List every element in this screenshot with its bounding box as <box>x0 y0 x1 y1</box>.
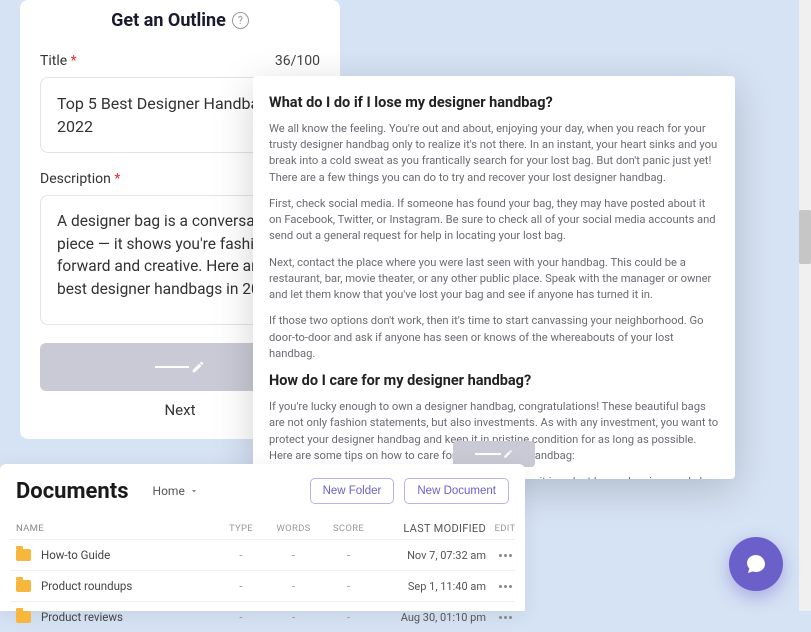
row-actions-menu[interactable] <box>486 554 524 557</box>
documents-header: Documents Home New Folder New Document <box>10 478 515 504</box>
description-label: Description * <box>40 171 120 187</box>
chat-button[interactable] <box>729 537 783 591</box>
col-edit: EDIT <box>486 523 524 534</box>
row-modified: Aug 30, 01:10 pm <box>376 611 486 624</box>
outline-title: Get an Outline <box>111 10 226 31</box>
breadcrumb[interactable]: Home <box>153 484 199 498</box>
row-words: - <box>266 579 321 593</box>
chevron-down-icon <box>189 486 199 496</box>
col-modified: LAST MODIFIED <box>376 522 486 535</box>
row-score: - <box>321 579 376 593</box>
chat-icon <box>744 552 768 576</box>
documents-title: Documents <box>16 479 129 504</box>
article-heading-1: What do I do if I lose my designer handb… <box>269 94 719 111</box>
row-modified: Sep 1, 11:40 am <box>376 580 486 593</box>
table-row[interactable]: How-to Guide - - - Nov 7, 07:32 am <box>10 539 515 570</box>
title-label-row: Title * 36/100 <box>40 53 320 69</box>
table-header: NAME TYPE WORDS SCORE LAST MODIFIED EDIT <box>10 518 515 539</box>
new-folder-button[interactable]: New Folder <box>310 478 395 504</box>
row-name: Product reviews <box>41 610 123 624</box>
row-name: Product roundups <box>41 579 132 593</box>
col-type: TYPE <box>216 523 266 534</box>
row-score: - <box>321 548 376 562</box>
row-actions-menu[interactable] <box>486 616 524 619</box>
row-score: - <box>321 610 376 624</box>
table-row[interactable]: Product reviews - - - Aug 30, 01:10 pm <box>10 601 515 632</box>
row-type: - <box>216 579 266 593</box>
title-counter: 36/100 <box>275 53 320 69</box>
title-label: Title * <box>40 53 77 69</box>
col-name: NAME <box>16 523 216 534</box>
article-preview-panel: What do I do if I lose my designer handb… <box>253 76 735 479</box>
page-scrollbar-thumb[interactable] <box>799 210 811 264</box>
outline-header: Get an Outline ? <box>40 0 320 45</box>
page-scrollbar-track[interactable] <box>799 0 811 611</box>
col-words: WORDS <box>266 523 321 534</box>
row-actions-menu[interactable] <box>486 585 524 588</box>
article-paragraph: We all know the feeling. You're out and … <box>269 121 719 186</box>
help-icon[interactable]: ? <box>232 12 249 29</box>
row-words: - <box>266 548 321 562</box>
breadcrumb-home: Home <box>153 484 185 498</box>
table-row[interactable]: Product roundups - - - Sep 1, 11:40 am <box>10 570 515 601</box>
col-score: SCORE <box>321 523 376 534</box>
article-heading-2: How do I care for my designer handbag? <box>269 372 719 389</box>
row-words: - <box>266 610 321 624</box>
article-paragraph: Next, contact the place where you were l… <box>269 255 719 304</box>
folder-icon <box>16 549 31 561</box>
folder-icon <box>16 580 31 592</box>
article-paragraph: First, check social media. If someone ha… <box>269 196 719 245</box>
article-paragraph: If those two options don't work, then it… <box>269 313 719 362</box>
documents-table: NAME TYPE WORDS SCORE LAST MODIFIED EDIT… <box>10 518 515 632</box>
row-type: - <box>216 548 266 562</box>
documents-panel: Documents Home New Folder New Document N… <box>0 464 525 611</box>
new-document-button[interactable]: New Document <box>404 478 509 504</box>
pencil-icon <box>475 449 513 459</box>
row-name: How-to Guide <box>41 548 110 562</box>
row-modified: Nov 7, 07:32 am <box>376 549 486 562</box>
pencil-icon <box>155 360 205 374</box>
folder-icon <box>16 611 31 623</box>
row-type: - <box>216 610 266 624</box>
